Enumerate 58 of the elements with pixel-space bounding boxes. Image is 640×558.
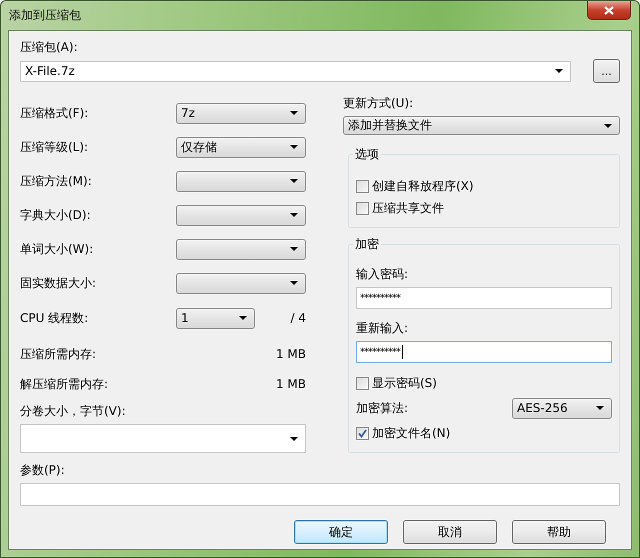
field-label: 压缩所需内存: [20,347,96,361]
field-label: 参数(P): [20,463,66,477]
caret-icon [290,179,298,183]
field-label: 压缩等级(L): [20,140,88,154]
caret-icon [290,111,298,115]
password-field[interactable]: ********** [356,287,612,309]
close-button[interactable] [587,1,631,20]
caret-icon [290,436,298,440]
option-dropdown[interactable] [176,238,306,260]
option-dropdown[interactable] [176,272,306,294]
field-label: 字典大小(D): [20,208,91,222]
thread-total: / 4 [290,311,306,325]
field-label: CPU 线程数: [20,311,88,325]
dialog-button[interactable]: 确定 [294,520,388,544]
memory-value: 1 MB [276,347,306,361]
checkmark-icon [358,428,367,438]
window-title: 添加到压缩包 [9,7,81,24]
checkbox[interactable]: 创建自释放程序(X) [356,175,612,197]
field-label: 更新方式(U): [343,96,414,110]
field-label: 压缩方法(M): [20,174,92,188]
dialog-button[interactable]: 帮助 [512,520,606,544]
caret-icon [604,124,612,128]
option-dropdown[interactable] [176,170,306,192]
caret-icon [290,145,298,149]
field-label: 重新输入: [356,321,410,335]
field-label: 解压缩所需内存: [20,377,108,391]
field-label: 固实数据大小: [20,276,96,290]
group-title: 加密 [353,237,381,251]
parameters-field[interactable] [20,483,620,506]
thread-count-dropdown[interactable]: 1 [176,308,255,328]
option-dropdown[interactable]: 7z [176,102,306,124]
caret-icon [596,406,604,410]
close-icon [604,6,614,14]
caret-icon [290,247,298,251]
field-label: 分卷大小，字节(V): [20,404,127,418]
algorithm-dropdown[interactable]: AES-256 [512,398,612,418]
browse-button[interactable]: ... [593,59,620,83]
password-field[interactable]: ********** [356,341,612,363]
dialog-button[interactable]: 取消 [403,520,497,544]
checkbox[interactable]: 显示密码(S) [356,372,612,394]
checkbox[interactable]: 加密文件名(N) [356,422,612,444]
field-label: 压缩格式(F): [20,106,88,120]
field-label: 输入密码: [356,267,410,281]
volume-size-combo[interactable] [20,424,306,453]
caret-icon [290,213,298,217]
memory-value: 1 MB [276,377,306,391]
option-dropdown[interactable]: 仅存储 [176,136,306,158]
field-label: 加密算法: [356,401,408,415]
group-title: 选项 [353,147,381,161]
field-label: 单词大小(W): [20,242,94,256]
field-label: 压缩包(A): [20,40,79,54]
update-mode-dropdown[interactable]: 添加并替换文件 [343,116,620,135]
caret-icon [555,69,563,73]
checkbox[interactable]: 压缩共享文件 [356,197,612,219]
caret-icon [290,281,298,285]
caret-icon [239,316,247,320]
archive-name-combo[interactable]: X-File.7z [20,60,571,82]
option-dropdown[interactable] [176,204,306,226]
